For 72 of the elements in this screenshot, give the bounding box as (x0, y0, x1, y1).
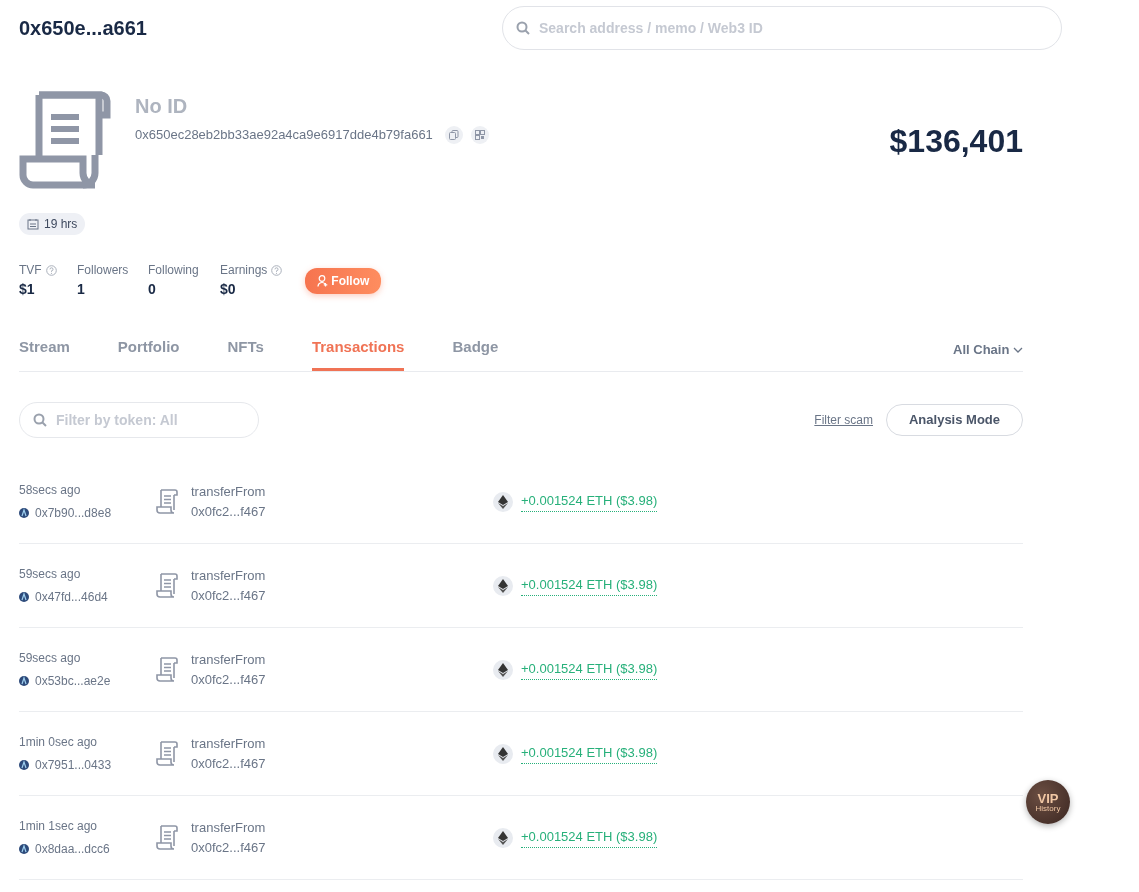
wallet-age: 19 hrs (44, 216, 78, 233)
sender-address: 0x47fd...46d4 (35, 589, 108, 606)
analysis-mode-button[interactable]: Analysis Mode (886, 404, 1023, 436)
vip-history-button[interactable]: VIP History (1026, 780, 1070, 824)
chain-dropdown[interactable]: All Chain (953, 339, 1023, 371)
method-name: transferFrom (191, 734, 266, 753)
transaction-time: 59secs ago (19, 650, 82, 667)
tab[interactable]: Transactions (311, 335, 405, 371)
contract-address: 0x0fc2...f467 (191, 838, 266, 857)
chain-logo-icon (19, 844, 29, 854)
sender-address: 0x7b90...d8e8 (35, 505, 112, 522)
method-name: transferFrom (191, 566, 266, 585)
person-add-icon (317, 275, 328, 288)
transaction-time: 58secs ago (19, 482, 82, 499)
contract-address: 0x0fc2...f467 (191, 670, 266, 689)
stat-label: Followers (77, 262, 129, 279)
tab[interactable]: NFTs (227, 335, 264, 371)
token-filter-field[interactable]: Filter by token: All (19, 402, 259, 438)
sender-address: 0x8daa...dcc6 (35, 841, 110, 858)
scroll-icon (155, 824, 179, 851)
wallet-address: 0x650ec28eb2bb33ae92a4ca9e6917dde4b79fa661 (135, 126, 433, 144)
stat-label: TVF (19, 262, 42, 279)
token-amount-link[interactable]: +0.001524 ETH ($3.98) (521, 743, 658, 764)
chain-logo-icon (19, 592, 29, 602)
tab[interactable]: Stream (19, 335, 70, 371)
ethereum-logo-icon (498, 578, 508, 593)
token-amount-link[interactable]: +0.001524 ETH ($3.98) (521, 659, 658, 680)
transaction-time: 1min 0sec ago (19, 734, 99, 751)
chevron-down-icon (1013, 347, 1023, 354)
token-amount-link[interactable]: +0.001524 ETH ($3.98) (521, 575, 658, 596)
stat-label: Earnings (220, 262, 268, 279)
ethereum-logo-icon (498, 494, 508, 509)
follow-button[interactable]: Follow (305, 267, 382, 294)
scroll-icon (155, 488, 179, 515)
stat-value: 0 (148, 280, 157, 299)
chain-logo-icon (19, 760, 29, 770)
stat-label: Following (148, 262, 199, 279)
method-name: transferFrom (191, 482, 266, 501)
stat-value: $0 (220, 280, 237, 299)
qr-code-icon (474, 129, 485, 140)
scroll-icon (155, 740, 179, 767)
tab[interactable]: Portfolio (117, 335, 180, 371)
contract-address: 0x0fc2...f467 (191, 502, 266, 521)
stat-value: 1 (77, 280, 86, 299)
calendar-icon (27, 218, 39, 230)
ethereum-logo-icon (498, 746, 508, 761)
chain-logo-icon (19, 508, 29, 518)
copy-icon (448, 129, 459, 140)
method-name: transferFrom (191, 818, 266, 837)
token-amount-link[interactable]: +0.001524 ETH ($3.98) (521, 827, 658, 848)
stat-value: $1 (19, 280, 36, 299)
page-title: 0x650e...a661 (19, 15, 147, 41)
search-field[interactable]: Search address / memo / Web3 ID (502, 5, 1062, 50)
tab[interactable]: Badge (452, 335, 499, 371)
sender-address: 0x7951...0433 (35, 757, 112, 774)
sender-address: 0x53bc...ae2e (35, 673, 111, 690)
profile-name: No ID (135, 94, 189, 119)
contract-address: 0x0fc2...f467 (191, 586, 266, 605)
transaction-time: 1min 1sec ago (19, 818, 99, 835)
token-amount-link[interactable]: +0.001524 ETH ($3.98) (521, 491, 658, 512)
qr-code-button[interactable] (470, 125, 489, 144)
method-name: transferFrom (191, 650, 266, 669)
filter-scam-link[interactable]: Filter scam (814, 411, 873, 429)
copy-button[interactable] (444, 125, 463, 144)
ethereum-logo-icon (498, 662, 508, 677)
contract-address: 0x0fc2...f467 (191, 754, 266, 773)
total-balance: $136,401 (889, 122, 1023, 161)
transaction-time: 59secs ago (19, 566, 82, 583)
scroll-icon (155, 572, 179, 599)
ethereum-logo-icon (498, 830, 508, 845)
scroll-icon (155, 656, 179, 683)
chain-logo-icon (19, 676, 29, 686)
